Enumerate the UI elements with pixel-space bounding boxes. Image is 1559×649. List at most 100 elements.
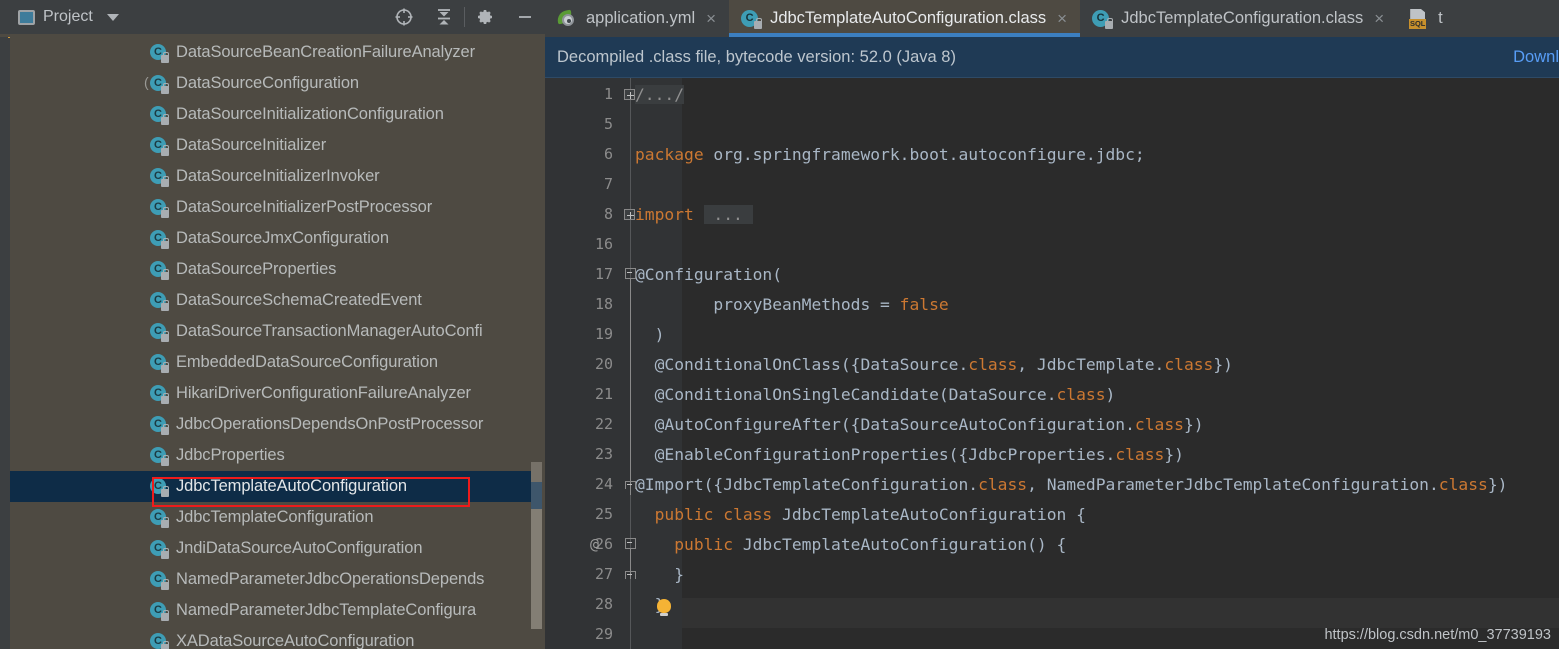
tree-item[interactable]: C DataSourceInitializerInvoker [10,161,535,192]
ide-window: Project C DataSourceBeanCreationFailureA… [0,0,1559,649]
java-class-icon: C [150,415,169,435]
tree-item-label: HikariDriverConfigurationFailureAnalyzer [176,384,471,402]
code-line[interactable]: @ConditionalOnClass({DataSource.class, J… [635,355,1233,374]
code-line[interactable]: @Configuration( [635,265,782,284]
code-line[interactable]: package org.springframework.boot.autocon… [635,145,1145,164]
tree-item-label: DataSourceTransactionManagerAutoConfi [176,322,483,340]
fold-expand-icon[interactable] [624,209,635,220]
java-class-icon: C [150,601,169,621]
java-class-icon: C [150,260,169,280]
settings-gear-icon[interactable] [465,0,505,34]
decompiled-notification-bar: Decompiled .class file, bytecode version… [545,37,1559,78]
collapse-all-icon[interactable] [424,0,464,34]
line-number: 24 [594,475,613,493]
java-class-icon: C [741,9,763,29]
tree-item[interactable]: C DataSourceInitializerPostProcessor [10,192,535,223]
code-token: }) [1164,445,1184,464]
line-number: 1 [603,85,613,103]
project-file-tree[interactable]: CDataSourceBeanCreationFailureAnalyzerCD… [10,37,535,649]
code-line[interactable]: ) [635,325,665,344]
code-token: @EnableConfigurationProperties({JdbcProp… [635,445,1116,464]
code-token: class [1115,445,1165,464]
sidebar-scrollbar-thumb[interactable] [531,509,542,629]
tree-item[interactable]: C DataSourceProperties [10,254,535,285]
code-line[interactable]: @Import({JdbcTemplateConfiguration.class… [635,475,1507,494]
tree-item[interactable]: C DataSourceConfiguration [10,68,535,99]
tree-item[interactable]: C DataSourceInitializationConfiguration [10,99,535,130]
editor-tab[interactable]: application.yml × [545,0,729,37]
code-line[interactable]: /.../ [635,85,685,104]
line-number: 25 [594,505,613,523]
code-line[interactable]: proxyBeanMethods = false [635,295,948,314]
tree-item[interactable]: C XADataSourceAutoConfiguration [10,626,535,649]
tree-item[interactable]: C NamedParameterJdbcOperationsDepends [10,564,535,595]
java-class-icon: C [1092,9,1114,29]
override-annotation-gutter-icon[interactable]: @ [590,535,599,553]
tree-item[interactable]: C JdbcTemplateAutoConfiguration [10,471,535,502]
fold-region-end-icon[interactable] [625,481,636,491]
line-number: 20 [594,355,613,373]
code-line[interactable]: public JdbcTemplateAutoConfiguration() { [635,535,1066,554]
tree-item[interactable]: C DataSourceTransactionManagerAutoConfi [10,316,535,347]
code-line[interactable]: @EnableConfigurationProperties({JdbcProp… [635,445,1184,464]
editor-tab[interactable]: SQL t [1397,0,1456,37]
close-icon[interactable]: × [1374,10,1384,27]
code-token: , JdbcTemplate. [1017,355,1165,374]
fold-expand-icon[interactable] [624,89,635,100]
intention-bulb-icon[interactable] [657,599,671,616]
line-number: 28 [594,595,613,613]
code-line[interactable]: @ConditionalOnSingleCandidate(DataSource… [635,385,1116,404]
tree-item-label: DataSourceInitializer [176,136,327,154]
java-class-icon: C [150,539,169,559]
tree-item[interactable]: C DataSourceInitializer [10,130,535,161]
project-icon [18,9,35,25]
code-line[interactable]: @AutoConfigureAfter({DataSourceAutoConfi… [635,415,1204,434]
java-class-icon: C [150,198,169,218]
code-token: class [978,475,1028,494]
sidebar-scrollbar-thumb-top[interactable] [531,462,542,482]
line-number: 19 [594,325,613,343]
tree-item-label: JdbcProperties [176,446,285,464]
java-class-icon: C [150,136,169,156]
hide-panel-icon[interactable] [505,0,545,34]
editor-tab[interactable]: C JdbcTemplateAutoConfiguration.class × [729,0,1081,37]
close-icon[interactable]: × [706,10,716,27]
tree-item-label: NamedParameterJdbcTemplateConfigura [176,601,477,619]
download-sources-link[interactable]: Downl [1513,48,1559,67]
editor-tab[interactable]: C JdbcTemplateConfiguration.class × [1080,0,1397,37]
tree-item[interactable]: C NamedParameterJdbcTemplateConfigura [10,595,535,626]
tree-item-label: EmbeddedDataSourceConfiguration [176,353,438,371]
tree-item[interactable]: C JdbcTemplateConfiguration [10,502,535,533]
java-class-icon: C [150,229,169,249]
project-title-group[interactable]: Project [18,8,119,26]
java-class-icon: C [150,322,169,342]
tree-item[interactable]: C JdbcProperties [10,440,535,471]
tree-item-label: DataSourceConfiguration [176,74,359,92]
code-token: }) [1213,355,1233,374]
code-token: JdbcTemplateAutoConfiguration { [782,505,1086,524]
tree-item[interactable]: C HikariDriverConfigurationFailureAnalyze… [10,378,535,409]
code-token: @Import({JdbcTemplateConfiguration. [635,475,979,494]
tree-item[interactable]: C DataSourceSchemaCreatedEvent [10,285,535,316]
line-number: 16 [594,235,613,253]
code-editor[interactable]: 1 /.../ 5 6 package org.springframework.boot… [545,78,1559,649]
editor-tab-bar: application.yml × C JdbcTemplateAutoConfigu… [545,0,1559,37]
tree-item[interactable]: C JndiDataSourceAutoConfiguration [10,533,535,564]
fold-region-end-icon[interactable] [625,571,636,581]
line-number: 23 [594,445,613,463]
tree-item-label: JdbcTemplateConfiguration [176,508,374,526]
locate-icon[interactable] [384,0,424,34]
chevron-down-icon[interactable] [106,13,119,21]
tree-item[interactable]: C DataSourceJmxConfiguration [10,223,535,254]
close-icon[interactable]: × [1057,10,1067,27]
line-number: 5 [603,115,613,133]
code-token: @ConditionalOnSingleCandidate(DataSource… [635,385,1057,404]
tree-item[interactable]: C JdbcOperationsDependsOnPostProcessor [10,409,535,440]
tree-item[interactable]: C EmbeddedDataSourceConfiguration [10,347,535,378]
editor-tab-label: t [1438,9,1443,27]
editor-tab-label: JdbcTemplateAutoConfiguration.class [770,9,1047,27]
code-line[interactable]: public class JdbcTemplateAutoConfigurati… [635,505,1086,524]
code-line[interactable]: } [635,565,684,584]
code-line[interactable]: import ... [635,205,753,224]
tree-item[interactable]: C DataSourceBeanCreationFailureAnalyzer [10,37,535,68]
